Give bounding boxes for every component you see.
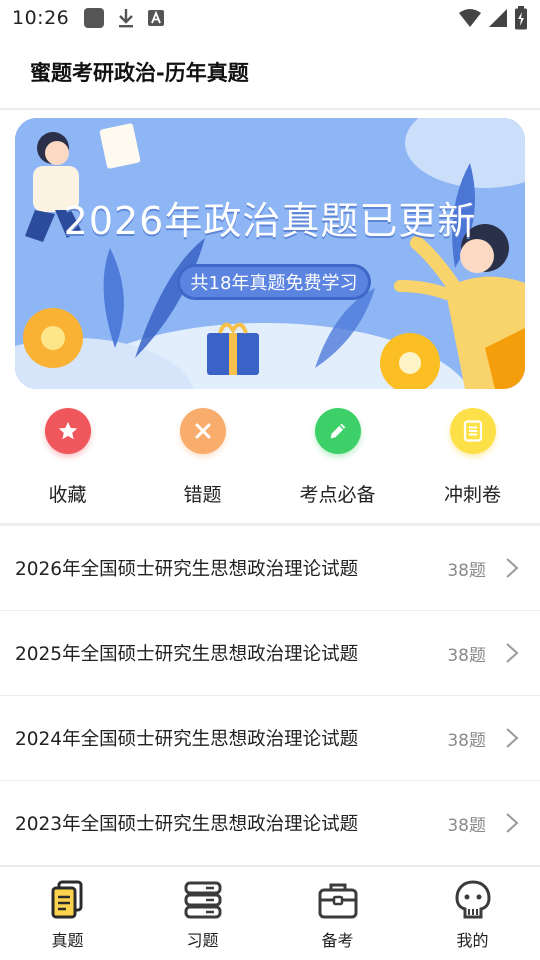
wifi-icon	[459, 9, 481, 27]
briefcase-icon	[318, 883, 357, 919]
list-item[interactable]: 2026年全国硕士研究生思想政治理论试题 38题	[0, 526, 540, 611]
paper-title: 2023年全国硕士研究生思想政治理论试题	[15, 814, 359, 835]
paper-title: 2026年全国硕士研究生思想政治理论试题	[15, 559, 359, 580]
promo-banner[interactable]: 2026年政治真题已更新 共18年真题免费学习	[15, 118, 525, 389]
signal-icon	[489, 9, 507, 27]
bottom-nav: 真题 习题 备考 我的	[0, 866, 540, 960]
chevron-right-icon	[506, 558, 519, 578]
papers-icon	[51, 880, 82, 919]
font-a-icon	[148, 10, 165, 26]
quick-item-key-points[interactable]: 考点必备	[270, 400, 405, 518]
quick-item-mistakes[interactable]: 错题	[135, 400, 270, 518]
notification-icons	[83, 7, 165, 29]
question-count: 38题	[447, 730, 486, 751]
list-item[interactable]: 2025年全国硕士研究生思想政治理论试题 38题	[0, 611, 540, 696]
page-title: 蜜题考研政治-历年真题	[30, 61, 249, 85]
status-bar: 10:26	[0, 0, 540, 36]
battery-icon	[515, 6, 527, 30]
quick-label: 错题	[183, 484, 222, 506]
nav-label: 习题	[186, 931, 219, 950]
list-item[interactable]: 2024年全国硕士研究生思想政治理论试题 38题	[0, 696, 540, 781]
nav-item-prepare[interactable]: 备考	[270, 867, 405, 960]
stack-icon	[184, 881, 221, 919]
nav-label: 真题	[51, 931, 84, 950]
status-time: 10:26	[12, 7, 70, 29]
chevron-right-icon	[506, 813, 519, 833]
nav-label: 我的	[456, 931, 489, 950]
close-icon	[179, 408, 226, 454]
paper-title: 2024年全国硕士研究生思想政治理论试题	[15, 729, 359, 750]
nav-item-papers[interactable]: 真题	[0, 867, 135, 960]
system-icons	[458, 6, 528, 30]
question-count: 38题	[447, 645, 486, 666]
quick-item-sprint-papers[interactable]: 冲刺卷	[405, 400, 540, 518]
quick-menu: 收藏 错题 考点必备 冲刺卷	[0, 400, 540, 518]
star-icon	[44, 408, 91, 454]
app-header: 蜜题考研政治-历年真题	[0, 36, 540, 110]
banner-illustration	[15, 118, 525, 389]
banner-subline: 共18年真题免费学习	[190, 273, 358, 294]
nav-item-profile[interactable]: 我的	[405, 867, 540, 960]
quick-label: 考点必备	[299, 484, 376, 506]
profile-icon	[454, 880, 491, 919]
document-icon	[449, 408, 496, 454]
download-icon	[119, 9, 134, 28]
nav-item-exercises[interactable]: 习题	[135, 867, 270, 960]
paper-title: 2025年全国硕士研究生思想政治理论试题	[15, 644, 359, 665]
app-square-icon	[84, 8, 105, 28]
question-count: 38题	[447, 560, 486, 581]
quick-label: 收藏	[48, 484, 87, 506]
chevron-right-icon	[506, 643, 519, 663]
quick-item-favorites[interactable]: 收藏	[0, 400, 135, 518]
chevron-right-icon	[506, 728, 519, 748]
nav-label: 备考	[321, 931, 354, 950]
list-item[interactable]: 2023年全国硕士研究生思想政治理论试题 38题	[0, 781, 540, 866]
quick-label: 冲刺卷	[443, 484, 501, 506]
paper-list: 2026年全国硕士研究生思想政治理论试题 38题 2025年全国硕士研究生思想政…	[0, 526, 540, 866]
pencil-icon	[314, 408, 361, 454]
question-count: 38题	[447, 815, 486, 836]
banner-headline: 2026年政治真题已更新	[63, 199, 477, 243]
